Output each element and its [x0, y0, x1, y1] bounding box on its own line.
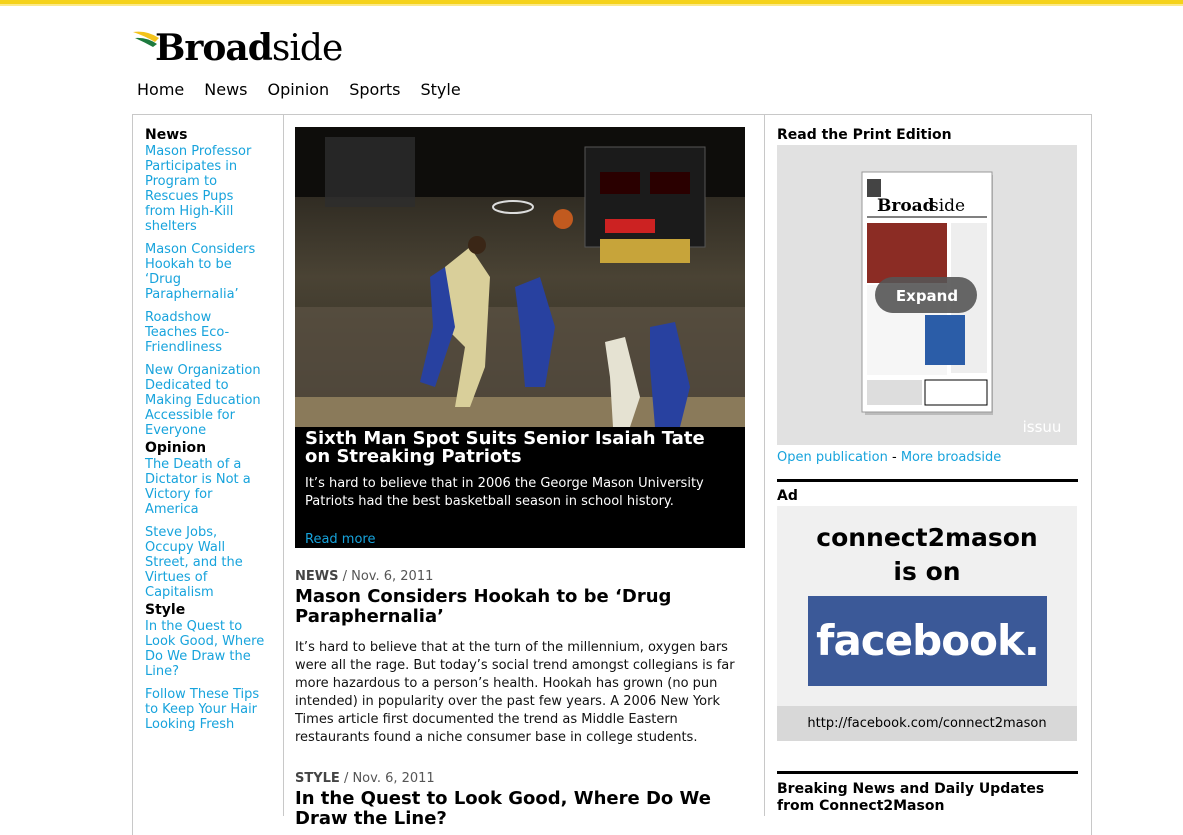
ad-subline: is on [893, 557, 961, 586]
svg-text:side: side [930, 196, 965, 216]
sidebar-link[interactable]: Mason Considers Hookah to be ‘Drug Parap… [145, 242, 265, 302]
column-divider [764, 114, 765, 816]
ad-heading: Ad [777, 488, 798, 504]
nav-sports[interactable]: Sports [349, 80, 400, 100]
article-date: / Nov. 6, 2011 [339, 771, 435, 786]
sidebar-heading-style: Style [145, 602, 186, 618]
svg-text:Broad: Broad [877, 196, 935, 216]
issuu-embed[interactable]: Broad side Expand issuu [777, 145, 1077, 445]
nav-opinion[interactable]: Opinion [267, 80, 329, 100]
featured-story[interactable]: Sixth Man Spot Suits Senior Isaiah Tate … [295, 127, 745, 548]
top-accent-bar-light [0, 4, 1183, 6]
breaking-news-heading: Breaking News and Daily Updates from Con… [777, 781, 1045, 814]
site-logo[interactable]: Broadside [133, 26, 343, 72]
section-rule [777, 771, 1078, 774]
print-edition-heading: Read the Print Edition [777, 127, 952, 143]
article-meta: NEWS / Nov. 6, 2011 [295, 569, 753, 585]
article-section[interactable]: STYLE [295, 771, 340, 786]
article-date: / Nov. 6, 2011 [338, 569, 434, 584]
nav-home[interactable]: Home [137, 80, 184, 100]
nav-news[interactable]: News [204, 80, 247, 100]
sidebar-link[interactable]: The Death of a Dictator is Not a Victory… [145, 457, 265, 517]
ad-url[interactable]: http://facebook.com/connect2mason [777, 706, 1077, 741]
open-publication-link[interactable]: Open publication [777, 450, 888, 465]
sidebar-link[interactable]: New Organization Dedicated to Making Edu… [145, 363, 265, 438]
article-excerpt: It’s hard to believe that at the turn of… [295, 640, 735, 745]
sidebar-link[interactable]: Steve Jobs, Occupy Wall Street, and the … [145, 525, 265, 600]
column-divider [283, 114, 284, 816]
sidebar-link[interactable]: In the Quest to Look Good, Where Do We D… [145, 619, 265, 679]
logo-text: Broadside [155, 27, 343, 69]
ad-headline: connect2mason [816, 523, 1038, 552]
facebook-logo: facebook. [808, 596, 1047, 686]
issuu-badge: issuu [1023, 418, 1062, 436]
article-teaser: STYLE / Nov. 6, 2011 In the Quest to Loo… [295, 771, 753, 829]
section-rule [777, 479, 1078, 482]
link-separator: - [887, 450, 901, 465]
sidebar-link[interactable]: Roadshow Teaches Eco-Friendliness [145, 310, 265, 355]
facebook-ad[interactable]: connect2mason is on facebook. http://fac… [777, 506, 1077, 741]
sidebar-heading-opinion: Opinion [145, 440, 207, 456]
article-teaser: NEWS / Nov. 6, 2011 Mason Considers Hook… [295, 569, 753, 747]
sidebar-link[interactable]: Follow These Tips to Keep Your Hair Look… [145, 687, 265, 732]
read-more-link[interactable]: Read more [305, 532, 375, 547]
article-meta: STYLE / Nov. 6, 2011 [295, 771, 753, 787]
expand-button[interactable]: Expand [896, 287, 958, 305]
basketball-photo [295, 127, 745, 427]
article-title[interactable]: Mason Considers Hookah to be ‘Drug Parap… [295, 587, 753, 627]
article-title[interactable]: In the Quest to Look Good, Where Do We D… [295, 789, 753, 829]
featured-title[interactable]: Sixth Man Spot Suits Senior Isaiah Tate … [305, 430, 725, 466]
nav-style[interactable]: Style [421, 80, 461, 100]
sidebar-heading-news: News [145, 127, 188, 143]
article-section[interactable]: NEWS [295, 569, 338, 584]
newspaper-thumbnail: Broad side Expand issuu [861, 171, 1062, 436]
more-broadside-link[interactable]: More broadside [901, 450, 1001, 465]
publication-links: Open publication - More broadside [777, 450, 1001, 465]
featured-summary: It’s hard to believe that in 2006 the Ge… [305, 476, 704, 509]
left-sidebar: News Mason Professor Participates in Pro… [145, 127, 265, 740]
sidebar-link[interactable]: Mason Professor Participates in Program … [145, 144, 265, 234]
main-nav: Home News Opinion Sports Style [137, 80, 461, 100]
